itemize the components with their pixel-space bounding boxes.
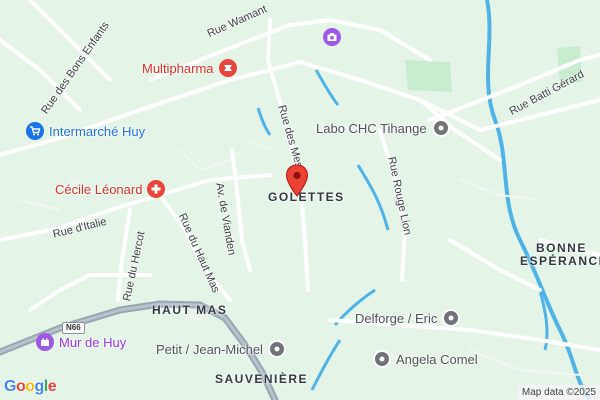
area-label-esperance: ESPÉRANCE	[520, 254, 600, 268]
pharmacy-icon	[218, 59, 237, 77]
poi-label: Delforge / Eric	[355, 310, 438, 326]
place-pin-icon	[442, 309, 461, 327]
poi-label: Intermarché Huy	[49, 123, 146, 139]
poi-labo-chc-tihange[interactable]: Labo CHC Tihange	[316, 119, 450, 137]
poi-label: Cécile Léonard	[55, 181, 143, 197]
map-attribution[interactable]: Map data ©2025	[517, 385, 600, 400]
poi-multipharma[interactable]: Multipharma	[142, 59, 237, 77]
poi-mur-de-huy[interactable]: Mur de Huy	[36, 333, 126, 351]
poi-cecile-leonard[interactable]: Cécile Léonard	[55, 180, 166, 198]
poi-camera[interactable]	[323, 28, 341, 46]
camera-icon	[323, 28, 341, 46]
landmark-icon	[36, 333, 54, 351]
poi-angela-comel[interactable]: Angela Comel	[373, 350, 478, 368]
red-location-pin-icon[interactable]	[285, 164, 309, 198]
poi-label: Angela Comel	[396, 351, 478, 367]
highway-shield-n66: N66	[62, 322, 85, 334]
poi-label: Petit / Jean-Michel	[156, 341, 263, 357]
stream	[256, 107, 272, 136]
area-label-bonne: BONNE	[536, 241, 587, 255]
map-canvas[interactable]: Rue Wamant Rue des Bons Enfants Rue des …	[0, 0, 600, 400]
google-logo: Google	[4, 378, 57, 395]
poi-label: Mur de Huy	[59, 334, 127, 350]
place-pin-icon	[267, 340, 286, 358]
stream	[356, 164, 390, 231]
poi-label: Labo CHC Tihange	[316, 120, 427, 136]
poi-delforge-eric[interactable]: Delforge / Eric	[355, 309, 461, 327]
area-label-sauveniere: SAUVENIÈRE	[215, 372, 309, 386]
poi-intermarche-huy[interactable]: Intermarché Huy	[26, 122, 145, 140]
place-pin-icon	[373, 350, 391, 368]
poi-petit-jean-michel[interactable]: Petit / Jean-Michel	[156, 340, 286, 358]
park-area	[405, 60, 452, 92]
place-pin-icon	[431, 119, 450, 137]
stream	[314, 69, 340, 106]
medical-cross-icon	[147, 180, 166, 198]
stream	[310, 339, 342, 391]
shopping-cart-icon	[26, 122, 44, 140]
area-label-haut-mas: HAUT MAS	[152, 303, 228, 317]
poi-label: Multipharma	[142, 60, 214, 76]
